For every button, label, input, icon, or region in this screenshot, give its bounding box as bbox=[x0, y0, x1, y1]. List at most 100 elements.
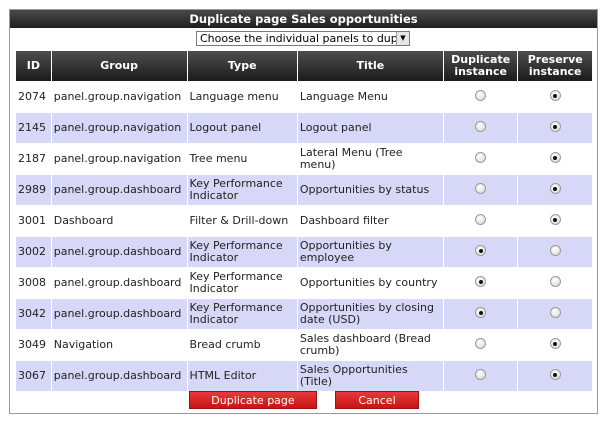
duplicate-instance-cell bbox=[443, 330, 518, 360]
cell-id: 2187 bbox=[16, 144, 51, 174]
preserve-instance-radio[interactable] bbox=[549, 214, 561, 225]
cell-title: Logout panel bbox=[297, 113, 443, 143]
preserve-instance-radio[interactable] bbox=[549, 152, 561, 163]
duplicate-instance-radio[interactable] bbox=[475, 152, 487, 163]
preserve-instance-cell bbox=[518, 206, 592, 236]
preserve-instance-cell bbox=[518, 330, 592, 360]
cell-type: Bread crumb bbox=[187, 330, 297, 360]
duplicate-instance-radio[interactable] bbox=[475, 276, 487, 287]
table-row: 2187 panel.group.navigation Tree menu Later… bbox=[16, 144, 592, 174]
duplicate-instance-radio[interactable] bbox=[475, 245, 487, 256]
preserve-instance-radio[interactable] bbox=[549, 90, 561, 101]
cell-id: 3067 bbox=[16, 361, 51, 391]
cell-type: Filter & Drill-down bbox=[187, 206, 297, 236]
preserve-instance-radio[interactable] bbox=[549, 276, 561, 287]
cell-title: Lateral Menu (Tree menu) bbox=[297, 144, 443, 174]
cell-type: Language menu bbox=[187, 82, 297, 112]
duplicate-instance-radio[interactable] bbox=[475, 307, 487, 318]
duplicate-instance-cell bbox=[443, 206, 518, 236]
preserve-instance-cell bbox=[518, 82, 592, 112]
duplicate-instance-cell bbox=[443, 175, 518, 205]
duplicate-instance-radio[interactable] bbox=[475, 214, 487, 225]
duplicate-instance-radio[interactable] bbox=[475, 121, 487, 132]
dialog-title: Duplicate page Sales opportunities bbox=[10, 10, 597, 28]
table-row: 3001 Dashboard Filter & Drill-down Dashboar… bbox=[16, 206, 592, 236]
preserve-instance-radio[interactable] bbox=[549, 338, 561, 349]
table-row: 2074 panel.group.navigation Language menu L… bbox=[16, 82, 592, 112]
header-id: ID bbox=[16, 51, 51, 81]
cell-id: 3001 bbox=[16, 206, 51, 236]
preserve-instance-cell bbox=[518, 299, 592, 329]
table-row: 3049 Navigation Bread crumb Sales dashboard… bbox=[16, 330, 592, 360]
cancel-button[interactable]: Cancel bbox=[335, 391, 419, 409]
table-row: 3002 panel.group.dashboard Key Performance… bbox=[16, 237, 592, 267]
cell-title: Opportunities by employee bbox=[297, 237, 443, 267]
cell-title: Sales dashboard (Bread crumb) bbox=[297, 330, 443, 360]
cell-title: Opportunities by status bbox=[297, 175, 443, 205]
cell-group: Navigation bbox=[51, 330, 187, 360]
cell-group: panel.group.dashboard bbox=[51, 268, 187, 298]
cell-type: Key Performance Indicator bbox=[187, 175, 297, 205]
cell-id: 3008 bbox=[16, 268, 51, 298]
table-row: 3042 panel.group.dashboard Key Performance… bbox=[16, 299, 592, 329]
table-row: 3067 panel.group.dashboard HTML Editor Sale… bbox=[16, 361, 592, 391]
cell-id: 3042 bbox=[16, 299, 51, 329]
duplicate-instance-cell bbox=[443, 268, 518, 298]
duplicate-instance-cell bbox=[443, 299, 518, 329]
panel-selection-dropdown[interactable]: Choose the individual panels to dupl ▼ bbox=[196, 31, 410, 46]
cell-group: panel.group.dashboard bbox=[51, 237, 187, 267]
table-row: 2989 panel.group.dashboard Key Performance… bbox=[16, 175, 592, 205]
cell-type: Tree menu bbox=[187, 144, 297, 174]
preserve-instance-cell bbox=[518, 237, 592, 267]
table-row: 2145 panel.group.navigation Logout panel Lo… bbox=[16, 113, 592, 143]
duplicate-instance-radio[interactable] bbox=[475, 183, 487, 194]
cell-group: panel.group.dashboard bbox=[51, 299, 187, 329]
cell-id: 3049 bbox=[16, 330, 51, 360]
cell-id: 2145 bbox=[16, 113, 51, 143]
duplicate-instance-cell bbox=[443, 361, 518, 391]
header-group: Group bbox=[51, 51, 187, 81]
preserve-instance-cell bbox=[518, 361, 592, 391]
cell-group: panel.group.dashboard bbox=[51, 175, 187, 205]
duplicate-page-button[interactable]: Duplicate page bbox=[189, 391, 317, 409]
header-title: Title bbox=[297, 51, 443, 81]
table-header-row: ID Group Type Title Duplicate instance P… bbox=[16, 51, 592, 81]
cell-group: panel.group.navigation bbox=[51, 113, 187, 143]
duplicate-instance-cell bbox=[443, 237, 518, 267]
duplicate-instance-radio[interactable] bbox=[475, 338, 487, 349]
duplicate-instance-cell bbox=[443, 113, 518, 143]
cell-group: Dashboard bbox=[51, 206, 187, 236]
panel-selection-value: Choose the individual panels to dupl bbox=[200, 32, 401, 45]
cell-type: Logout panel bbox=[187, 113, 297, 143]
cell-group: panel.group.dashboard bbox=[51, 361, 187, 391]
cell-title: Language Menu bbox=[297, 82, 443, 112]
preserve-instance-cell bbox=[518, 113, 592, 143]
preserve-instance-radio[interactable] bbox=[549, 307, 561, 318]
cell-id: 3002 bbox=[16, 237, 51, 267]
panels-table: ID Group Type Title Duplicate instance P… bbox=[15, 50, 593, 392]
cell-group: panel.group.navigation bbox=[51, 144, 187, 174]
cell-title: Sales Opportunities (Title) bbox=[297, 361, 443, 391]
preserve-instance-radio[interactable] bbox=[549, 121, 561, 132]
header-type: Type bbox=[187, 51, 297, 81]
cell-type: Key Performance Indicator bbox=[187, 237, 297, 267]
duplicate-instance-cell bbox=[443, 82, 518, 112]
preserve-instance-cell bbox=[518, 175, 592, 205]
duplicate-instance-radio[interactable] bbox=[475, 369, 487, 380]
cell-title: Dashboard filter bbox=[297, 206, 443, 236]
preserve-instance-radio[interactable] bbox=[549, 369, 561, 380]
header-duplicate-instance: Duplicate instance bbox=[443, 51, 518, 81]
duplicate-page-dialog: Duplicate page Sales opportunities Choos… bbox=[9, 9, 598, 414]
duplicate-instance-radio[interactable] bbox=[475, 90, 487, 101]
cell-title: Opportunities by country bbox=[297, 268, 443, 298]
cell-id: 2074 bbox=[16, 82, 51, 112]
cell-title: Opportunities by closing date (USD) bbox=[297, 299, 443, 329]
cell-type: Key Performance Indicator bbox=[187, 268, 297, 298]
dropdown-arrow-icon[interactable]: ▼ bbox=[396, 32, 409, 45]
cell-type: Key Performance Indicator bbox=[187, 299, 297, 329]
table-body: 2074 panel.group.navigation Language menu L… bbox=[16, 82, 592, 391]
preserve-instance-radio[interactable] bbox=[549, 183, 561, 194]
preserve-instance-radio[interactable] bbox=[549, 245, 561, 256]
preserve-instance-cell bbox=[518, 268, 592, 298]
table-row: 3008 panel.group.dashboard Key Performance… bbox=[16, 268, 592, 298]
